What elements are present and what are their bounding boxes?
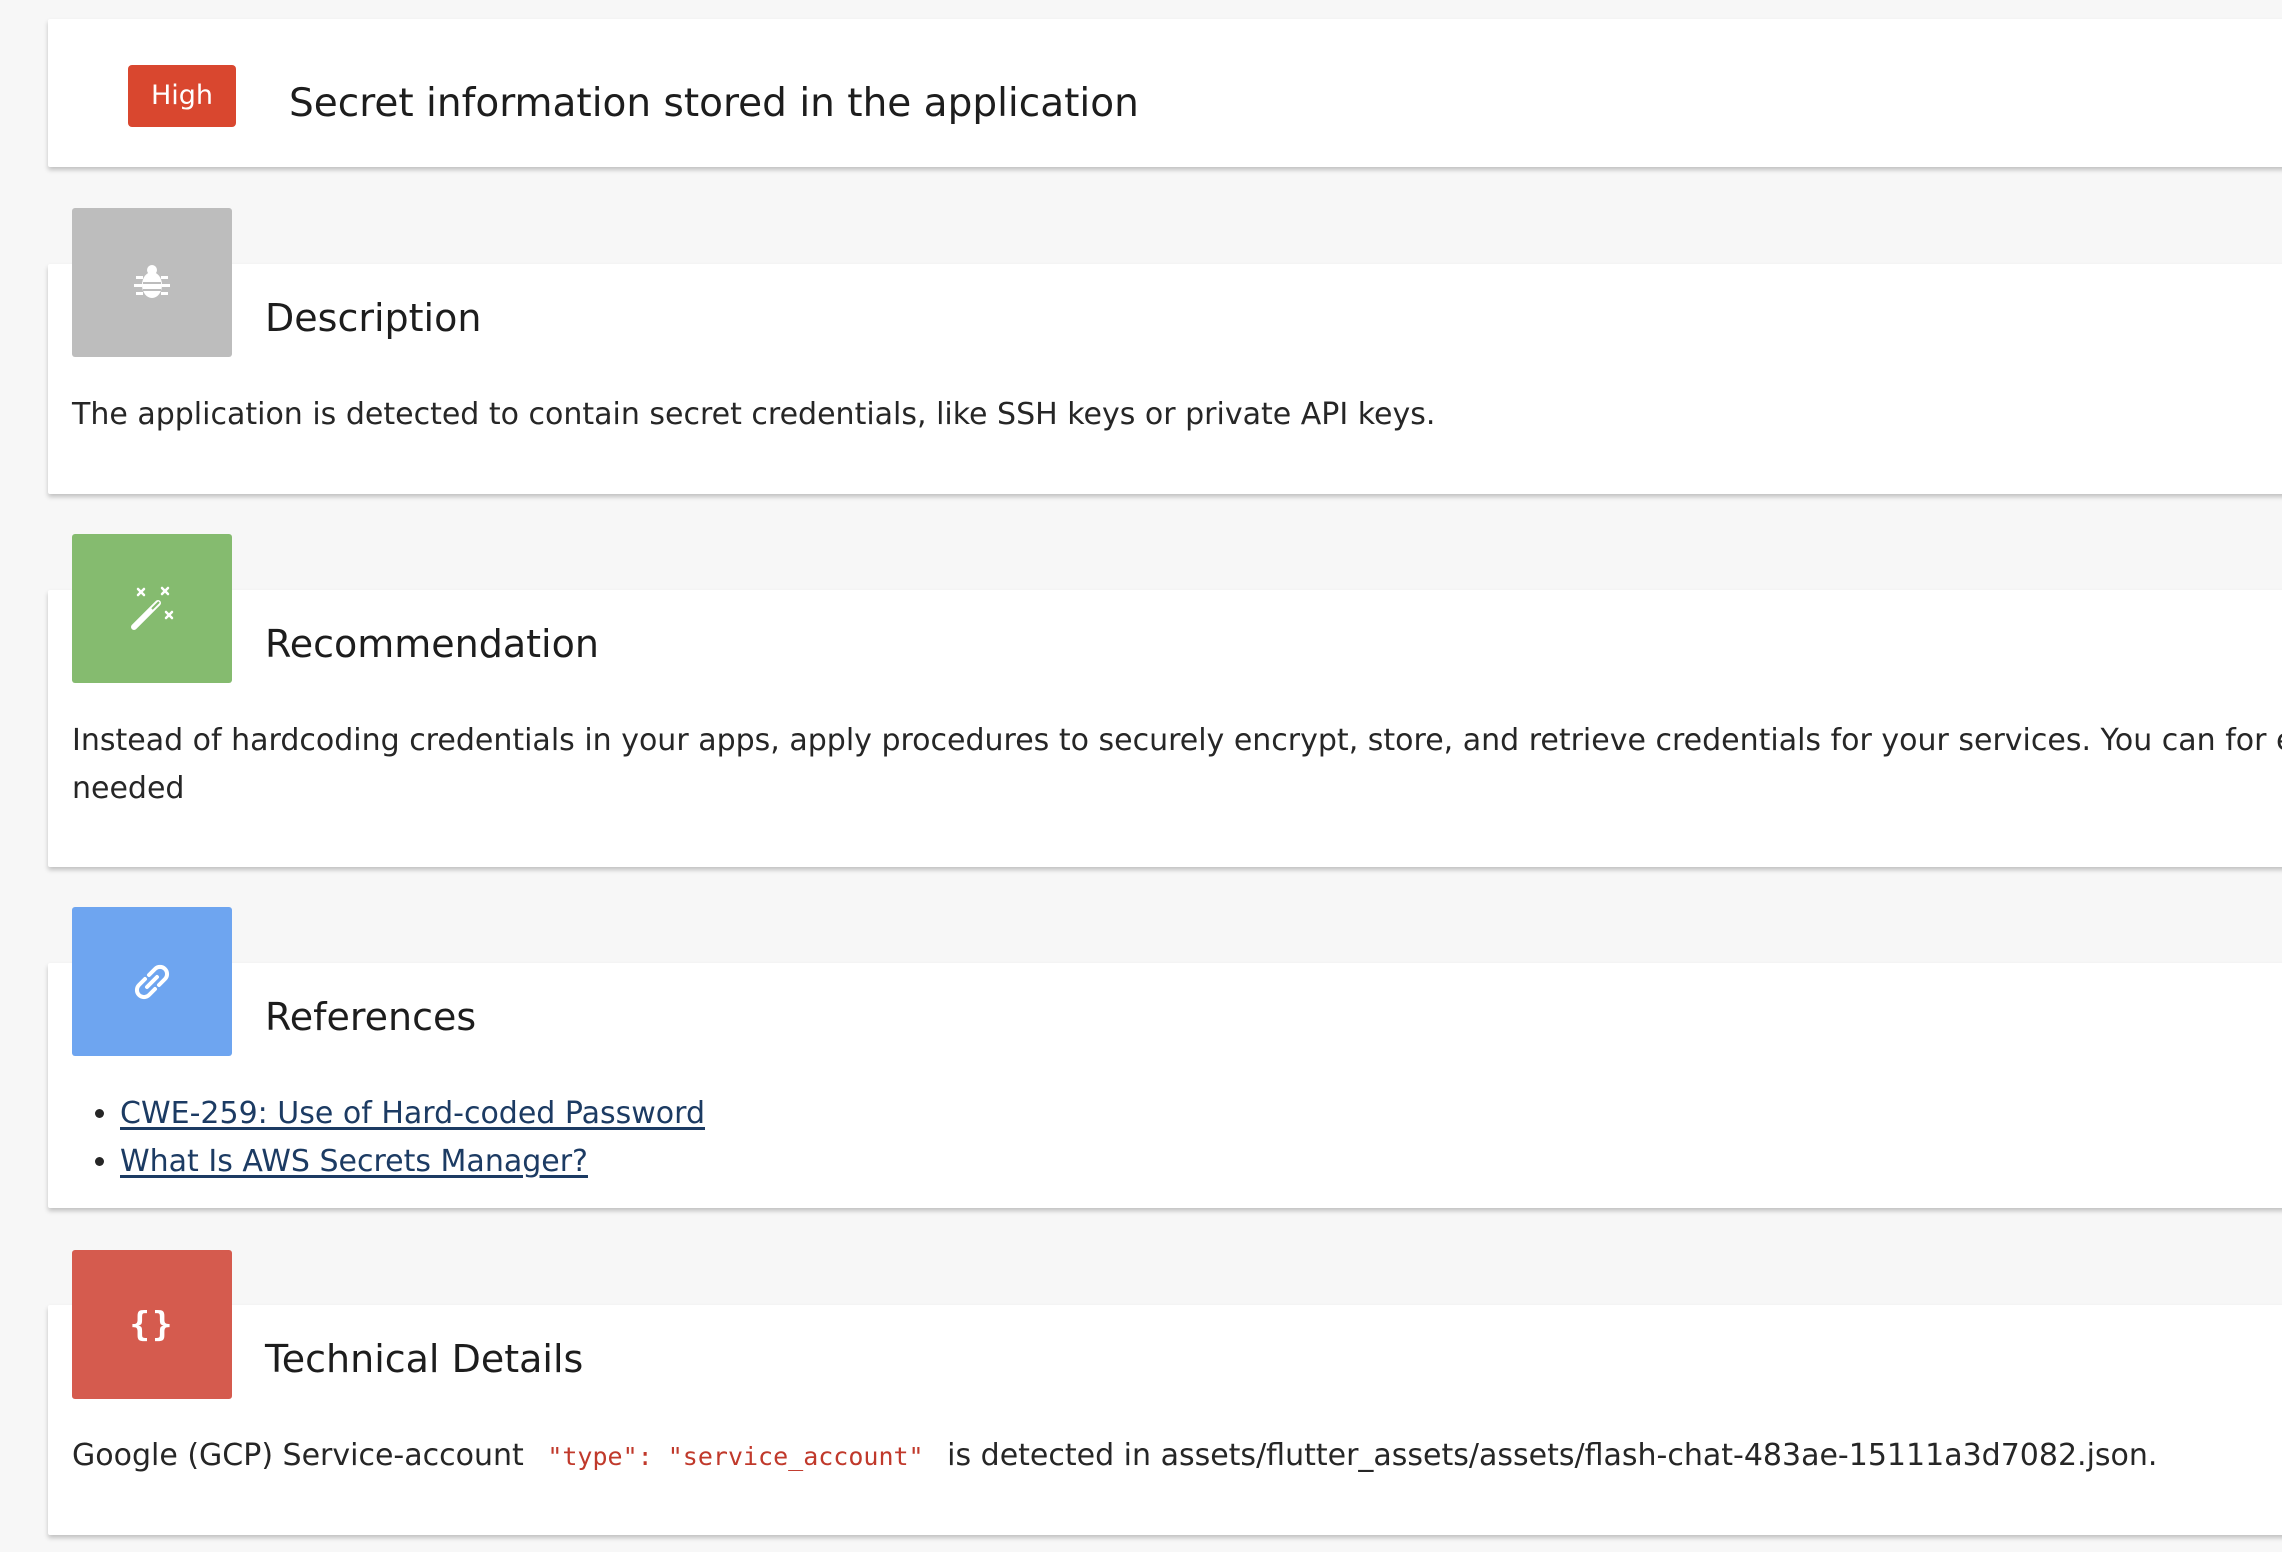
references-card: References CWE-259: Use of Hard-coded Pa… — [48, 963, 2282, 1208]
magic-wand-icon — [72, 534, 232, 683]
recommendation-line-1: Instead of hardcoding credentials in you… — [72, 723, 2282, 758]
severity-badge: High — [128, 65, 236, 127]
recommendation-card: Recommendation Instead of hardcoding cre… — [48, 590, 2282, 867]
braces-icon: {} — [72, 1250, 232, 1399]
technical-details-title: Technical Details — [265, 1337, 584, 1381]
references-title: References — [265, 995, 477, 1039]
link-icon — [72, 907, 232, 1056]
issue-header-card: High Secret information stored in the ap… — [48, 19, 2282, 167]
list-item: What Is AWS Secrets Manager? — [120, 1138, 705, 1186]
reference-link-cwe-259[interactable]: CWE-259: Use of Hard-coded Password — [120, 1096, 705, 1131]
technical-code-snippet: "type": "service_account" — [533, 1442, 938, 1471]
description-card: Description The application is detected … — [48, 264, 2282, 494]
bug-icon — [72, 208, 232, 357]
technical-text-after: is detected in assets/flutter_assets/ass… — [947, 1438, 2158, 1473]
references-list: CWE-259: Use of Hard-coded Password What… — [72, 1090, 705, 1186]
technical-details-card: Technical Details Google (GCP) Service-a… — [48, 1305, 2282, 1535]
recommendation-title: Recommendation — [265, 622, 599, 666]
references-list-container: CWE-259: Use of Hard-coded Password What… — [72, 1090, 705, 1186]
braces-glyph: {} — [129, 1304, 175, 1345]
reference-link-aws-secrets-manager[interactable]: What Is AWS Secrets Manager? — [120, 1144, 588, 1179]
recommendation-line-2: needed — [72, 771, 185, 806]
technical-text-before: Google (GCP) Service-account — [72, 1438, 524, 1473]
recommendation-text: Instead of hardcoding credentials in you… — [72, 717, 2282, 813]
issue-title: Secret information stored in the applica… — [289, 81, 1139, 126]
technical-details-text: Google (GCP) Service-account "type": "se… — [72, 1432, 2157, 1481]
description-title: Description — [265, 296, 482, 340]
description-text: The application is detected to contain s… — [72, 397, 1436, 432]
list-item: CWE-259: Use of Hard-coded Password — [120, 1090, 705, 1138]
